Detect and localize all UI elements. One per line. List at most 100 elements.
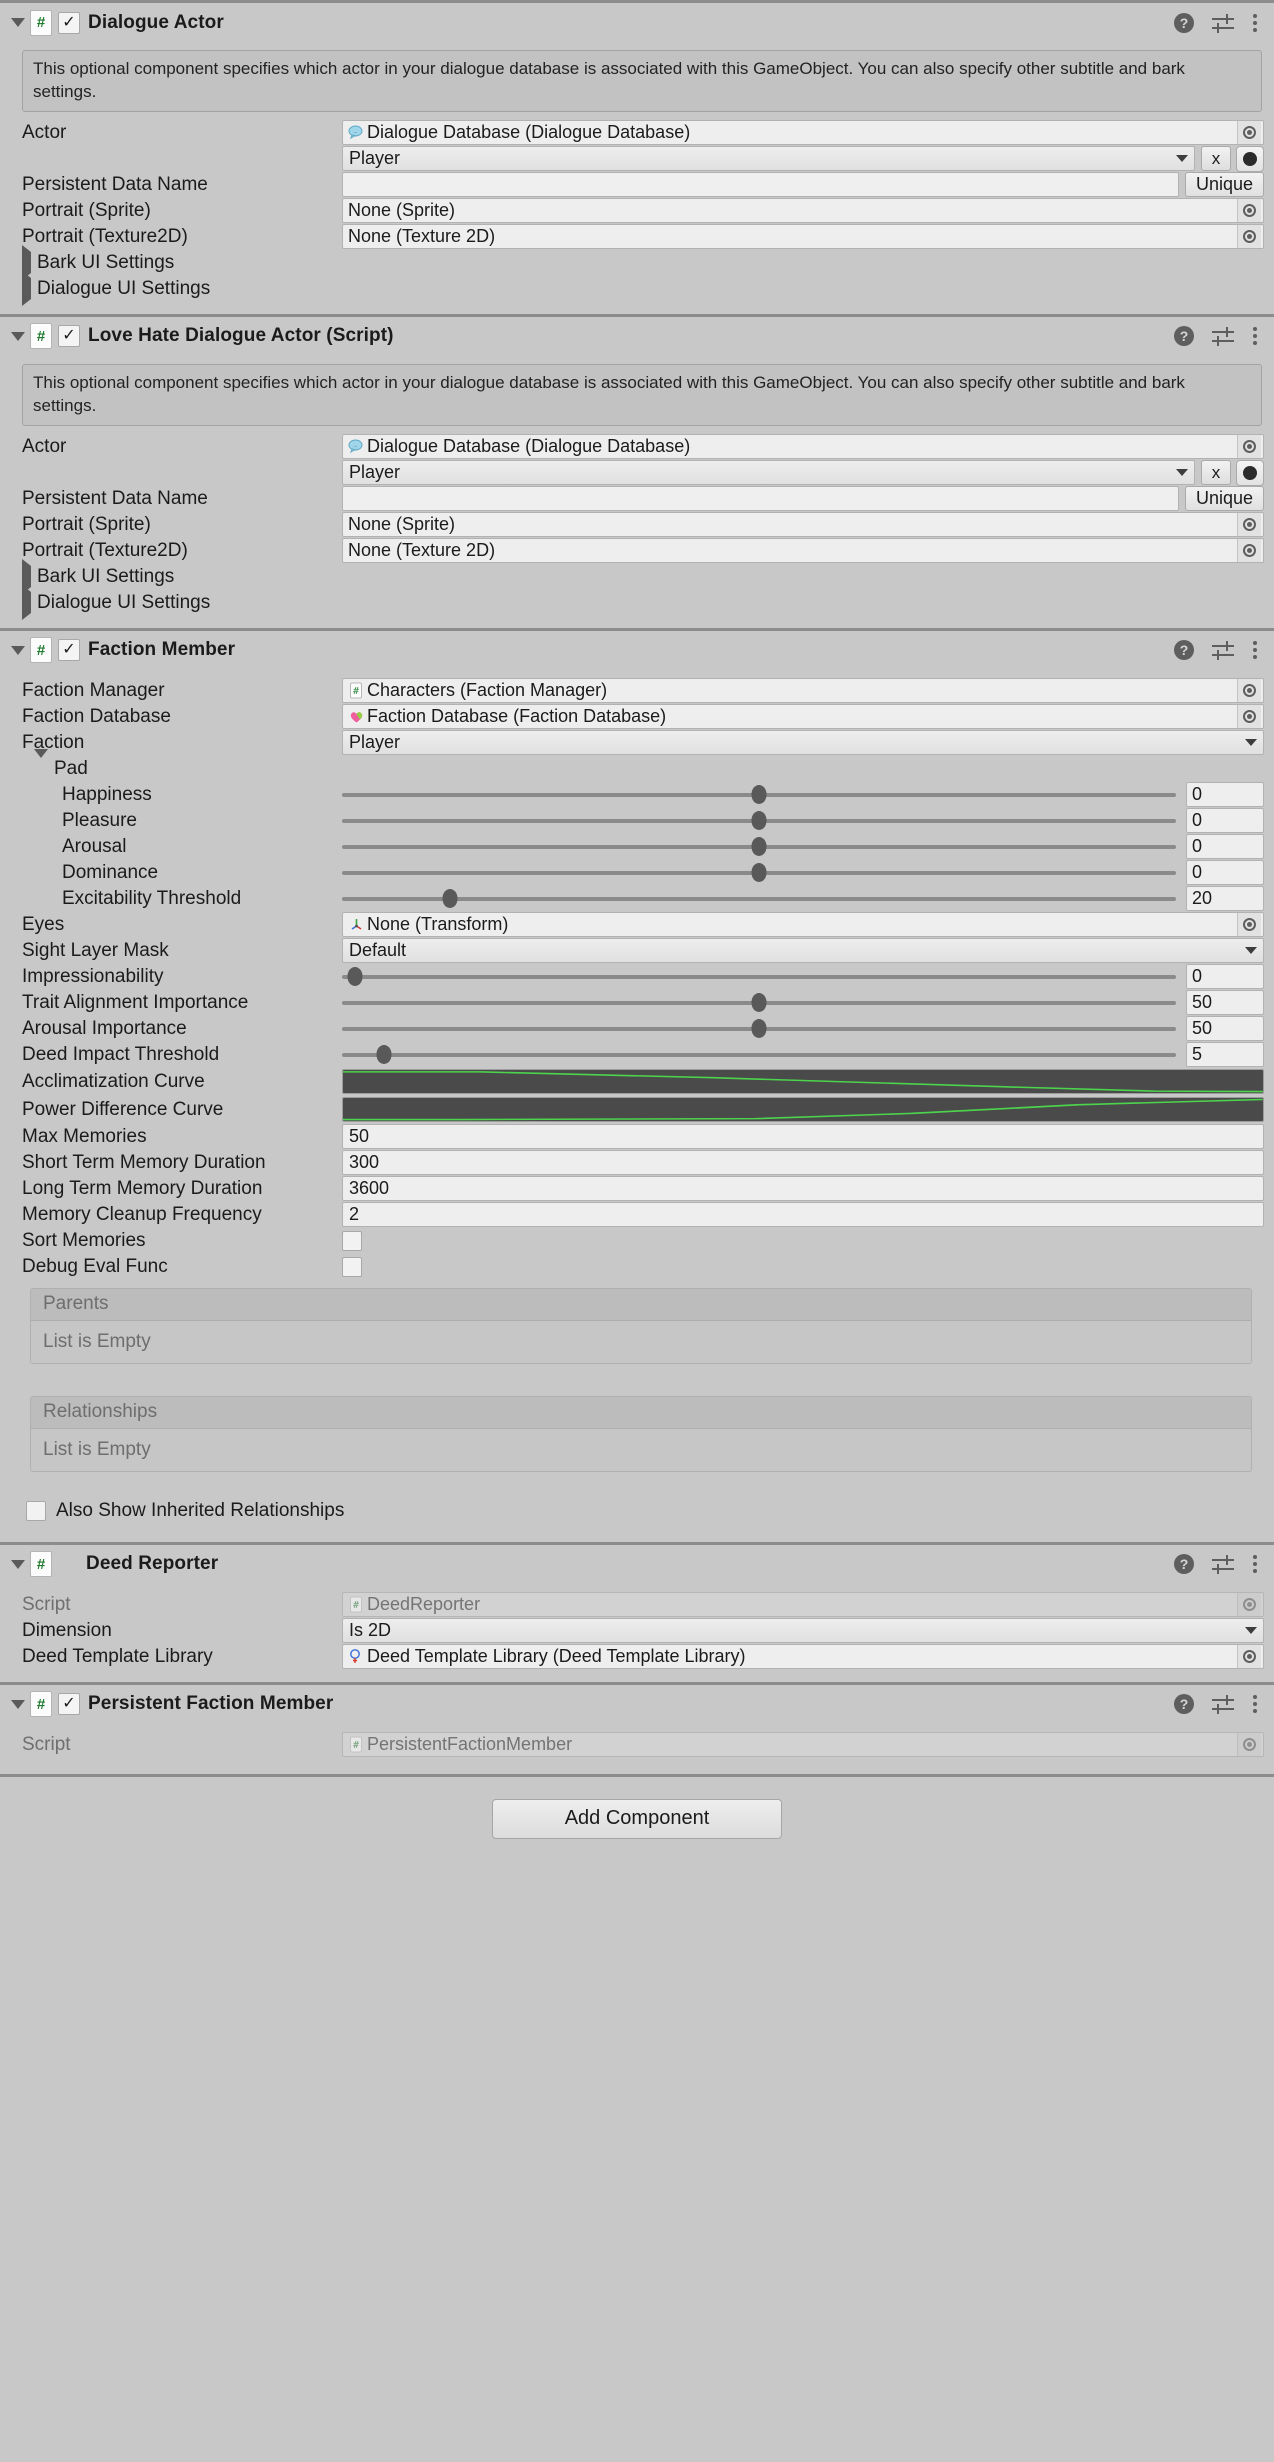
eyes-object-field[interactable]: None (Transform) <box>342 912 1264 938</box>
object-picker-icon[interactable] <box>1237 121 1261 145</box>
foldout-arrow-icon[interactable] <box>8 13 28 33</box>
excitability-threshold-value-input[interactable]: 20 <box>1186 886 1264 912</box>
foldout-pad[interactable]: Pad <box>0 748 1274 782</box>
preset-icon[interactable] <box>1212 13 1234 33</box>
excitability-threshold-slider[interactable] <box>342 886 1176 912</box>
slider-knob[interactable] <box>751 836 767 856</box>
object-picker-icon[interactable] <box>1237 513 1261 537</box>
preset-icon[interactable] <box>1212 640 1234 661</box>
actor-dropdown[interactable]: Player <box>342 460 1195 486</box>
object-picker-icon[interactable] <box>1237 199 1261 223</box>
foldout-dialogue-ui-settings[interactable]: Dialogue UI Settings <box>0 584 1274 620</box>
arousal-importance-slider[interactable] <box>342 1016 1176 1042</box>
deed-impact-threshold-value-input[interactable]: 5 <box>1186 1042 1264 1068</box>
arousal-value-input[interactable]: 0 <box>1186 834 1264 860</box>
dominance-slider[interactable] <box>342 860 1176 886</box>
slider-knob[interactable] <box>376 1044 392 1064</box>
more-menu-icon[interactable] <box>1252 1555 1258 1574</box>
component-header-dialogue-actor[interactable]: # ✓ Dialogue Actor ? <box>0 0 1274 42</box>
add-component-button[interactable]: Add Component <box>492 1798 782 1839</box>
memory-cleanup-frequency-input[interactable]: 2 <box>342 1202 1264 1228</box>
sort-memories-checkbox[interactable] <box>342 1230 362 1251</box>
slider-knob[interactable] <box>751 992 767 1012</box>
arousal-slider[interactable] <box>342 834 1176 860</box>
clear-actor-button[interactable]: x <box>1201 146 1231 172</box>
help-icon[interactable]: ? <box>1174 12 1194 33</box>
foldout-bark-ui-settings[interactable]: Bark UI Settings <box>0 558 1274 594</box>
long-term-memory-duration-input[interactable]: 3600 <box>342 1176 1264 1202</box>
slider-knob[interactable] <box>751 1018 767 1038</box>
more-menu-icon[interactable] <box>1252 13 1258 32</box>
foldout-arrow-icon[interactable] <box>34 748 48 780</box>
object-picker-icon[interactable] <box>1237 1593 1261 1617</box>
component-enabled-checkbox[interactable]: ✓ <box>58 325 80 348</box>
portrait-sprite-object-field[interactable]: None (Sprite) <box>342 198 1264 224</box>
actor-object-field[interactable]: ... Dialogue Database (Dialogue Database… <box>342 434 1264 460</box>
actor-picker-button[interactable] <box>1236 145 1264 172</box>
actor-dropdown[interactable]: Player <box>342 146 1195 172</box>
foldout-arrow-icon[interactable] <box>22 584 31 620</box>
slider-knob[interactable] <box>751 862 767 882</box>
impressionability-value-input[interactable]: 0 <box>1186 964 1264 990</box>
also-show-inherited-relationships-checkbox[interactable] <box>26 1500 46 1521</box>
power-difference-curve-field[interactable] <box>342 1097 1264 1123</box>
persistent-data-name-input[interactable] <box>342 172 1179 198</box>
foldout-arrow-icon[interactable] <box>8 1694 28 1714</box>
faction-database-object-field[interactable]: Faction Database (Faction Database) <box>342 704 1264 730</box>
max-memories-input[interactable]: 50 <box>342 1124 1264 1150</box>
component-enabled-checkbox[interactable]: ✓ <box>58 11 80 34</box>
debug-eval-func-checkbox[interactable] <box>342 1256 362 1277</box>
preset-icon[interactable] <box>1212 326 1234 347</box>
component-enabled-checkbox[interactable]: ✓ <box>58 1693 80 1716</box>
trait-alignment-importance-value-input[interactable]: 50 <box>1186 990 1264 1016</box>
persistent-data-name-input[interactable] <box>342 486 1179 512</box>
sight-layer-mask-dropdown[interactable]: Default <box>342 938 1264 964</box>
object-picker-icon[interactable] <box>1237 539 1261 563</box>
more-menu-icon[interactable] <box>1252 1695 1258 1714</box>
object-picker-icon[interactable] <box>1237 705 1261 729</box>
help-icon[interactable]: ? <box>1174 1694 1194 1715</box>
component-header-persistent-faction-member[interactable]: # ✓ Persistent Faction Member ? <box>0 1681 1274 1724</box>
short-term-memory-duration-input[interactable]: 300 <box>342 1150 1264 1176</box>
trait-alignment-importance-slider[interactable] <box>342 990 1176 1016</box>
object-picker-icon[interactable] <box>1237 913 1261 937</box>
help-icon[interactable]: ? <box>1174 1554 1194 1575</box>
portrait-texture2d-object-field[interactable]: None (Texture 2D) <box>342 538 1264 564</box>
unique-button[interactable]: Unique <box>1184 172 1264 198</box>
more-menu-icon[interactable] <box>1252 327 1258 346</box>
component-enabled-checkbox[interactable]: ✓ <box>58 639 80 662</box>
help-icon[interactable]: ? <box>1174 640 1194 661</box>
foldout-bark-ui-settings[interactable]: Bark UI Settings <box>0 244 1274 280</box>
foldout-arrow-icon[interactable] <box>8 640 28 660</box>
object-picker-icon[interactable] <box>1237 225 1261 249</box>
pleasure-slider[interactable] <box>342 808 1176 834</box>
unique-button[interactable]: Unique <box>1184 486 1264 512</box>
happiness-value-input[interactable]: 0 <box>1186 782 1264 808</box>
object-picker-icon[interactable] <box>1237 1645 1261 1669</box>
dimension-dropdown[interactable]: Is 2D <box>342 1618 1264 1644</box>
happiness-slider[interactable] <box>342 782 1176 808</box>
slider-knob[interactable] <box>442 888 458 908</box>
acclimatization-curve-field[interactable] <box>342 1069 1264 1095</box>
portrait-sprite-object-field[interactable]: None (Sprite) <box>342 512 1264 538</box>
more-menu-icon[interactable] <box>1252 641 1258 660</box>
clear-actor-button[interactable]: x <box>1201 460 1231 486</box>
slider-knob[interactable] <box>751 784 767 804</box>
foldout-arrow-icon[interactable] <box>22 270 31 306</box>
component-header-faction-member[interactable]: # ✓ Faction Member ? <box>0 627 1274 670</box>
actor-object-field[interactable]: ... Dialogue Database (Dialogue Database… <box>342 120 1264 146</box>
preset-icon[interactable] <box>1212 1694 1234 1715</box>
slider-knob[interactable] <box>347 966 362 986</box>
arousal-importance-value-input[interactable]: 50 <box>1186 1016 1264 1042</box>
actor-picker-button[interactable] <box>1236 459 1264 486</box>
faction-manager-object-field[interactable]: # Characters (Faction Manager) <box>342 678 1264 704</box>
pleasure-value-input[interactable]: 0 <box>1186 808 1264 834</box>
faction-dropdown[interactable]: Player <box>342 730 1264 756</box>
deed-impact-threshold-slider[interactable] <box>342 1042 1176 1068</box>
foldout-arrow-icon[interactable] <box>8 1554 28 1574</box>
component-header-deed-reporter[interactable]: # Deed Reporter ? <box>0 1541 1274 1584</box>
object-picker-icon[interactable] <box>1237 679 1261 703</box>
object-picker-icon[interactable] <box>1237 435 1261 459</box>
help-icon[interactable]: ? <box>1174 326 1194 347</box>
object-picker-icon[interactable] <box>1237 1733 1261 1757</box>
